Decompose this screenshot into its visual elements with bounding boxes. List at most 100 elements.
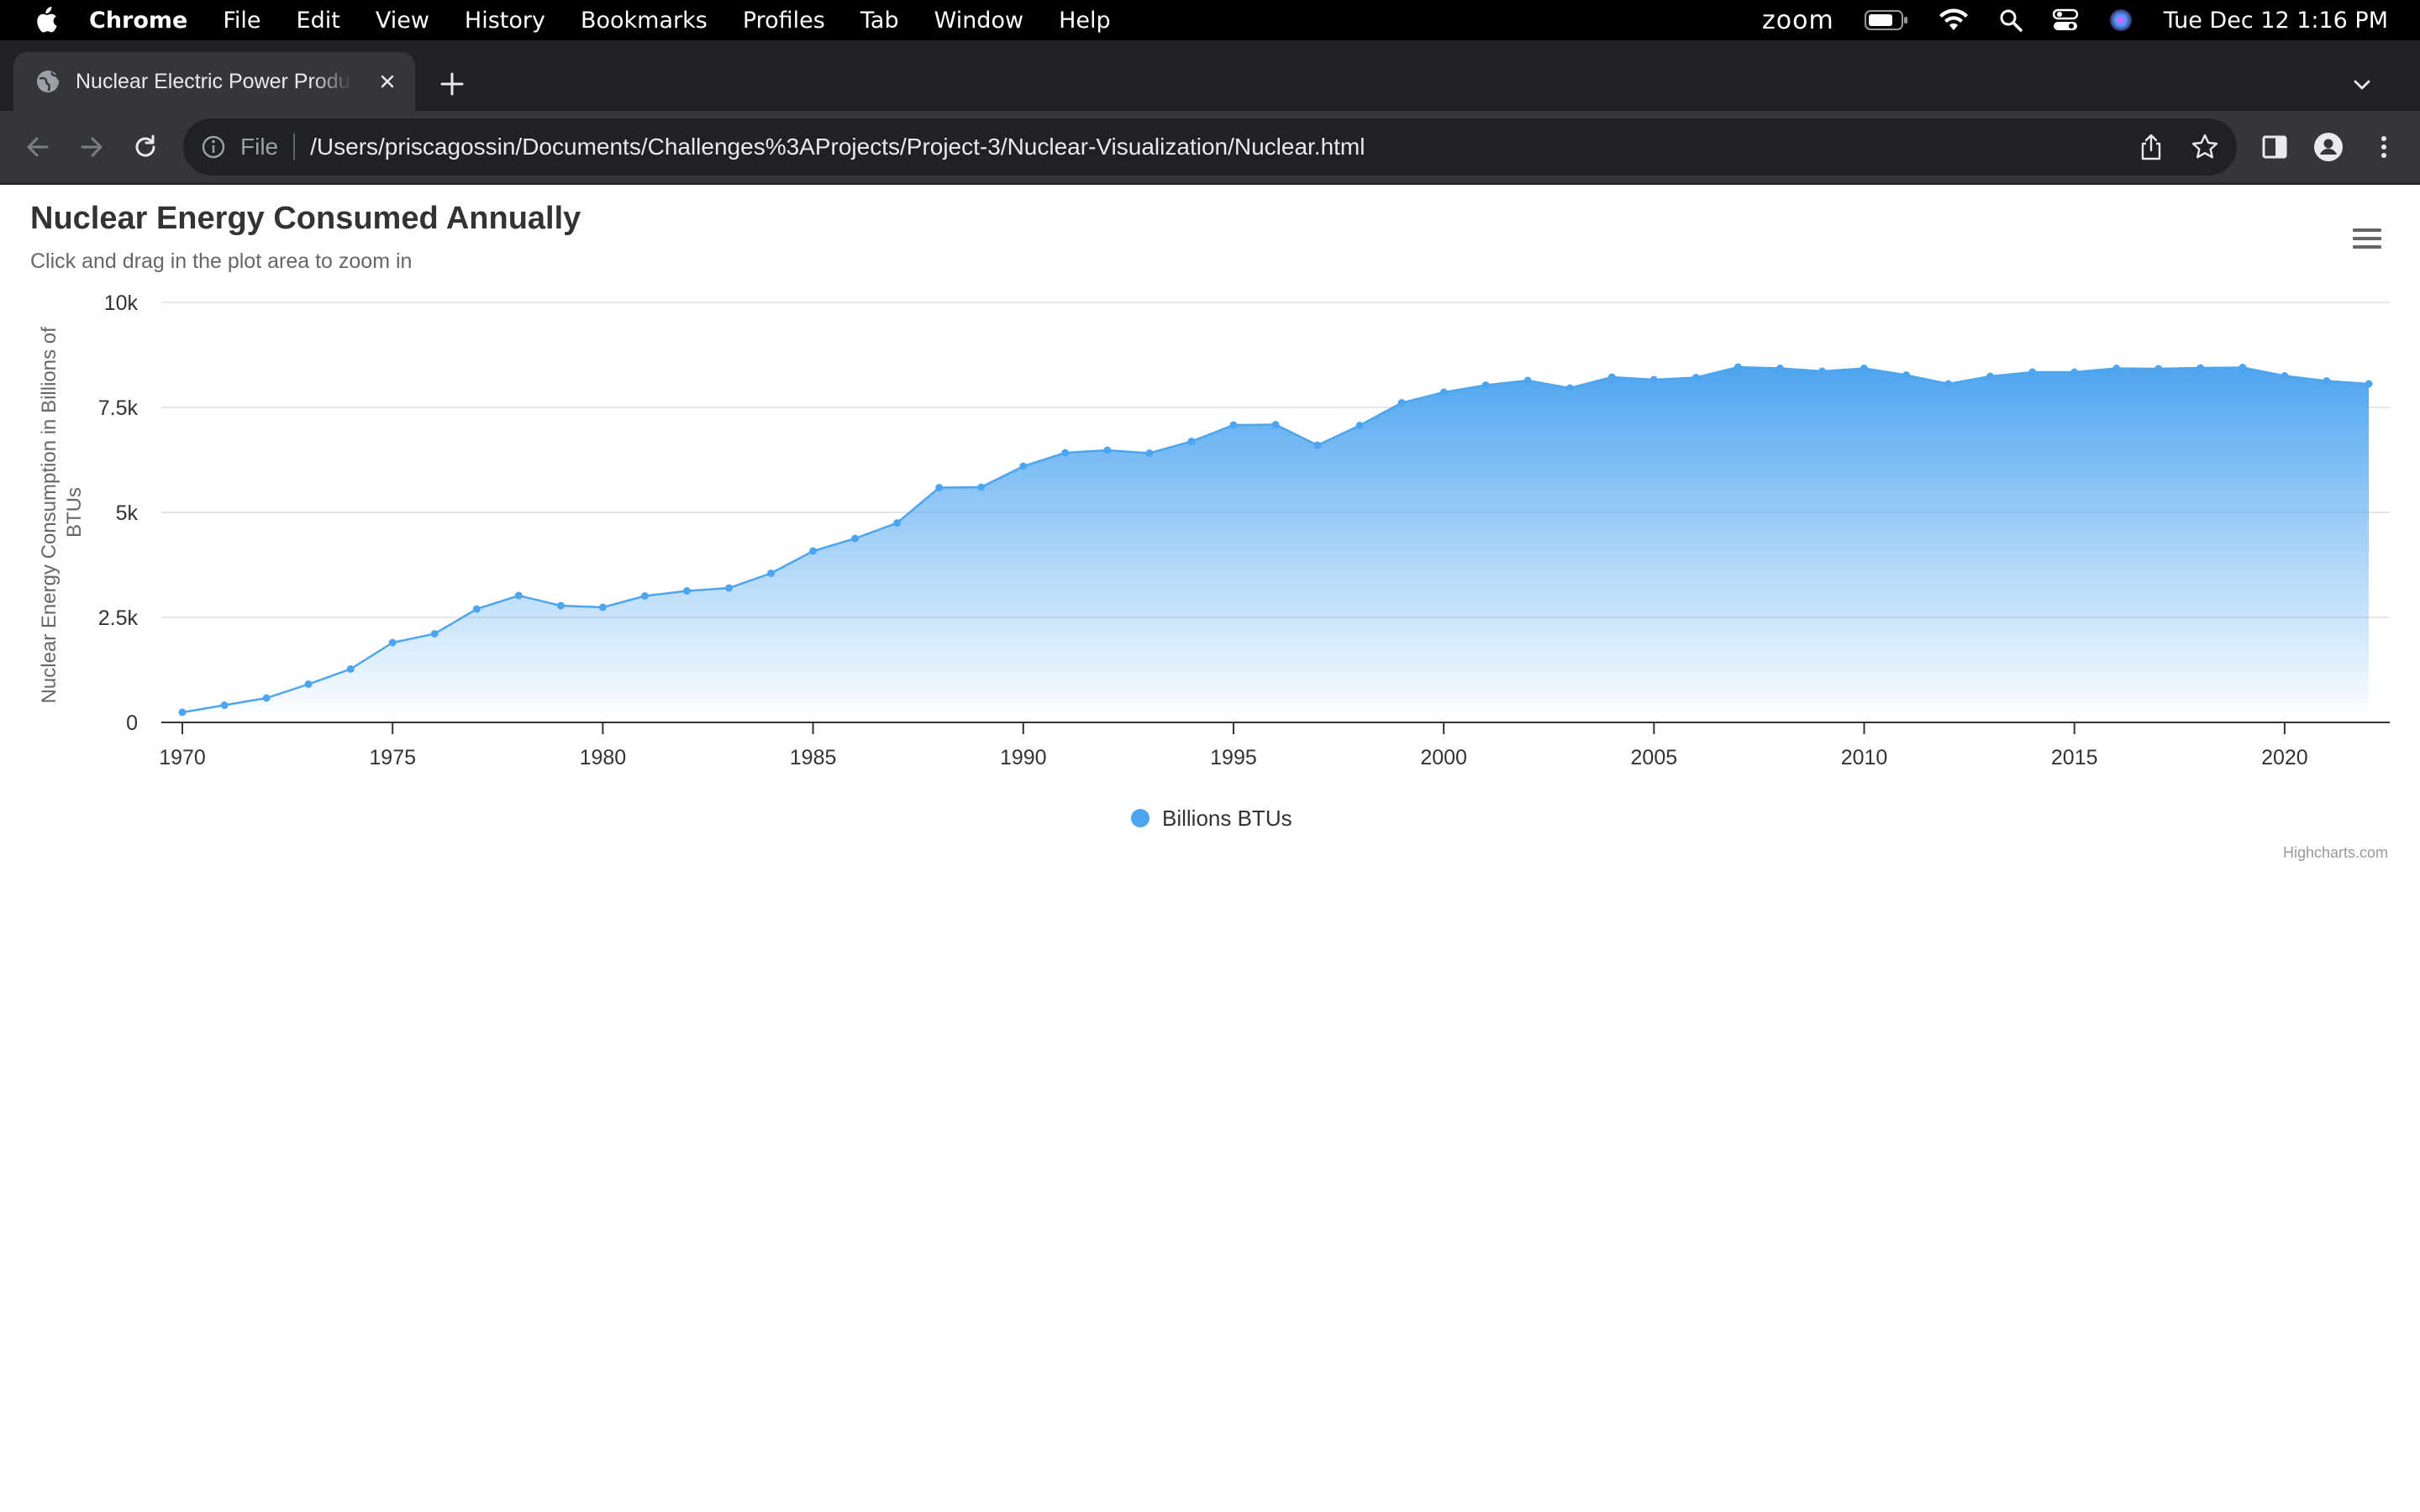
tab-title: Nuclear Electric Power Production <box>76 69 353 93</box>
share-icon[interactable] <box>2136 132 2166 162</box>
kebab-menu-icon[interactable] <box>2368 131 2400 163</box>
data-point[interactable] <box>2323 377 2331 385</box>
data-point[interactable] <box>2028 368 2037 376</box>
data-point[interactable] <box>1733 363 1742 371</box>
data-point[interactable] <box>1397 399 1406 407</box>
chevron-down-icon[interactable] <box>2349 72 2375 97</box>
data-point[interactable] <box>1691 374 1700 381</box>
data-point[interactable] <box>1649 375 1658 384</box>
new-tab-icon[interactable] <box>437 69 467 99</box>
data-point[interactable] <box>767 570 775 577</box>
data-point[interactable] <box>514 591 523 600</box>
data-point[interactable] <box>1818 367 1826 375</box>
data-point[interactable] <box>1902 371 1911 379</box>
data-point[interactable] <box>304 680 313 688</box>
data-point[interactable] <box>725 584 733 592</box>
menu-app-name[interactable]: Chrome <box>89 8 187 34</box>
menu-help[interactable]: Help <box>1059 8 1111 34</box>
browser-toolbar: File /Users/priscagossin/Documents/Chall… <box>0 111 2420 185</box>
data-point[interactable] <box>388 638 397 647</box>
data-point[interactable] <box>851 534 860 543</box>
info-icon[interactable] <box>200 134 227 160</box>
data-point[interactable] <box>809 547 818 555</box>
battery-icon[interactable] <box>1864 9 1908 31</box>
data-point[interactable] <box>1776 365 1784 372</box>
data-point[interactable] <box>1229 421 1238 429</box>
data-point[interactable] <box>1439 388 1448 396</box>
menu-file[interactable]: File <box>223 8 260 34</box>
area-chart[interactable]: Nuclear Energy Consumed Annually Click a… <box>0 185 2420 874</box>
siri-icon[interactable] <box>2108 8 2133 33</box>
data-point[interactable] <box>1523 376 1532 385</box>
menu-view[interactable]: View <box>376 8 429 34</box>
forward-arrow-icon[interactable] <box>76 131 108 163</box>
tab-strip: Nuclear Electric Power Production <box>0 40 2420 111</box>
data-point[interactable] <box>1944 380 1953 388</box>
data-point[interactable] <box>893 519 902 527</box>
data-point[interactable] <box>430 630 439 638</box>
wifi-icon[interactable] <box>1939 8 1969 32</box>
chart-menu-hamburger-icon[interactable] <box>2349 225 2383 259</box>
control-center-icon[interactable] <box>2052 8 2078 32</box>
tab-active[interactable]: Nuclear Electric Power Production <box>13 52 415 111</box>
data-point[interactable] <box>2281 372 2289 380</box>
data-point[interactable] <box>1061 449 1070 457</box>
data-point[interactable] <box>1313 441 1322 449</box>
data-point[interactable] <box>1271 421 1280 428</box>
data-point[interactable] <box>1145 449 1154 457</box>
menu-bookmarks[interactable]: Bookmarks <box>581 8 708 34</box>
data-point[interactable] <box>472 605 481 613</box>
menu-tab[interactable]: Tab <box>860 8 899 34</box>
data-point[interactable] <box>935 484 944 491</box>
x-tick-label: 2020 <box>2261 746 2308 769</box>
data-point[interactable] <box>262 694 271 702</box>
data-point[interactable] <box>2070 368 2079 376</box>
menu-window[interactable]: Window <box>934 8 1023 34</box>
data-point[interactable] <box>1481 381 1490 389</box>
y-tick-label: 2.5k <box>98 606 139 630</box>
credits-link[interactable]: Highcharts.com <box>2283 844 2388 861</box>
data-point[interactable] <box>2196 364 2205 372</box>
data-point[interactable] <box>1103 446 1112 454</box>
data-point[interactable] <box>2238 364 2247 371</box>
reload-icon[interactable] <box>129 131 161 163</box>
data-point[interactable] <box>1986 372 1995 381</box>
y-tick-label: 5k <box>116 501 139 525</box>
data-point[interactable] <box>640 592 649 600</box>
data-point[interactable] <box>1607 373 1616 381</box>
data-point[interactable] <box>178 708 187 717</box>
url-text[interactable]: /Users/priscagossin/Documents/Challenges… <box>310 134 1365 160</box>
data-point[interactable] <box>556 601 565 610</box>
data-point[interactable] <box>2112 365 2121 372</box>
x-tick-label: 1970 <box>159 746 206 769</box>
y-tick-label: 7.5k <box>98 396 139 420</box>
spotlight-search-icon[interactable] <box>1999 8 2023 32</box>
data-point[interactable] <box>977 483 986 491</box>
menu-history[interactable]: History <box>465 8 545 34</box>
profile-avatar-icon[interactable] <box>2312 131 2344 163</box>
data-point[interactable] <box>1860 365 1868 372</box>
data-point[interactable] <box>1355 422 1364 429</box>
x-tick-label: 1975 <box>369 746 416 769</box>
bookmark-star-icon[interactable] <box>2190 132 2220 162</box>
menu-clock[interactable]: Tue Dec 12 1:16 PM <box>2164 8 2388 34</box>
data-point[interactable] <box>346 665 355 673</box>
legend[interactable]: Billions BTUs <box>1131 806 1292 831</box>
legend-item-label[interactable]: Billions BTUs <box>1162 806 1292 831</box>
apple-logo-icon[interactable] <box>34 7 59 34</box>
zoom-status-item[interactable]: zoom <box>1762 6 1834 35</box>
menu-profiles[interactable]: Profiles <box>743 8 825 34</box>
data-point[interactable] <box>1019 462 1028 470</box>
menu-edit[interactable]: Edit <box>297 8 340 34</box>
data-point[interactable] <box>683 587 691 595</box>
data-point[interactable] <box>598 603 607 612</box>
data-point[interactable] <box>220 701 229 709</box>
data-point[interactable] <box>2154 365 2163 373</box>
back-arrow-icon[interactable] <box>22 131 54 163</box>
address-bar[interactable]: File /Users/priscagossin/Documents/Chall… <box>183 118 2237 176</box>
data-point[interactable] <box>1565 384 1574 392</box>
side-panel-icon[interactable] <box>2259 131 2291 163</box>
data-point[interactable] <box>2365 380 2373 388</box>
close-tab-icon[interactable] <box>375 69 400 94</box>
data-point[interactable] <box>1187 438 1196 445</box>
